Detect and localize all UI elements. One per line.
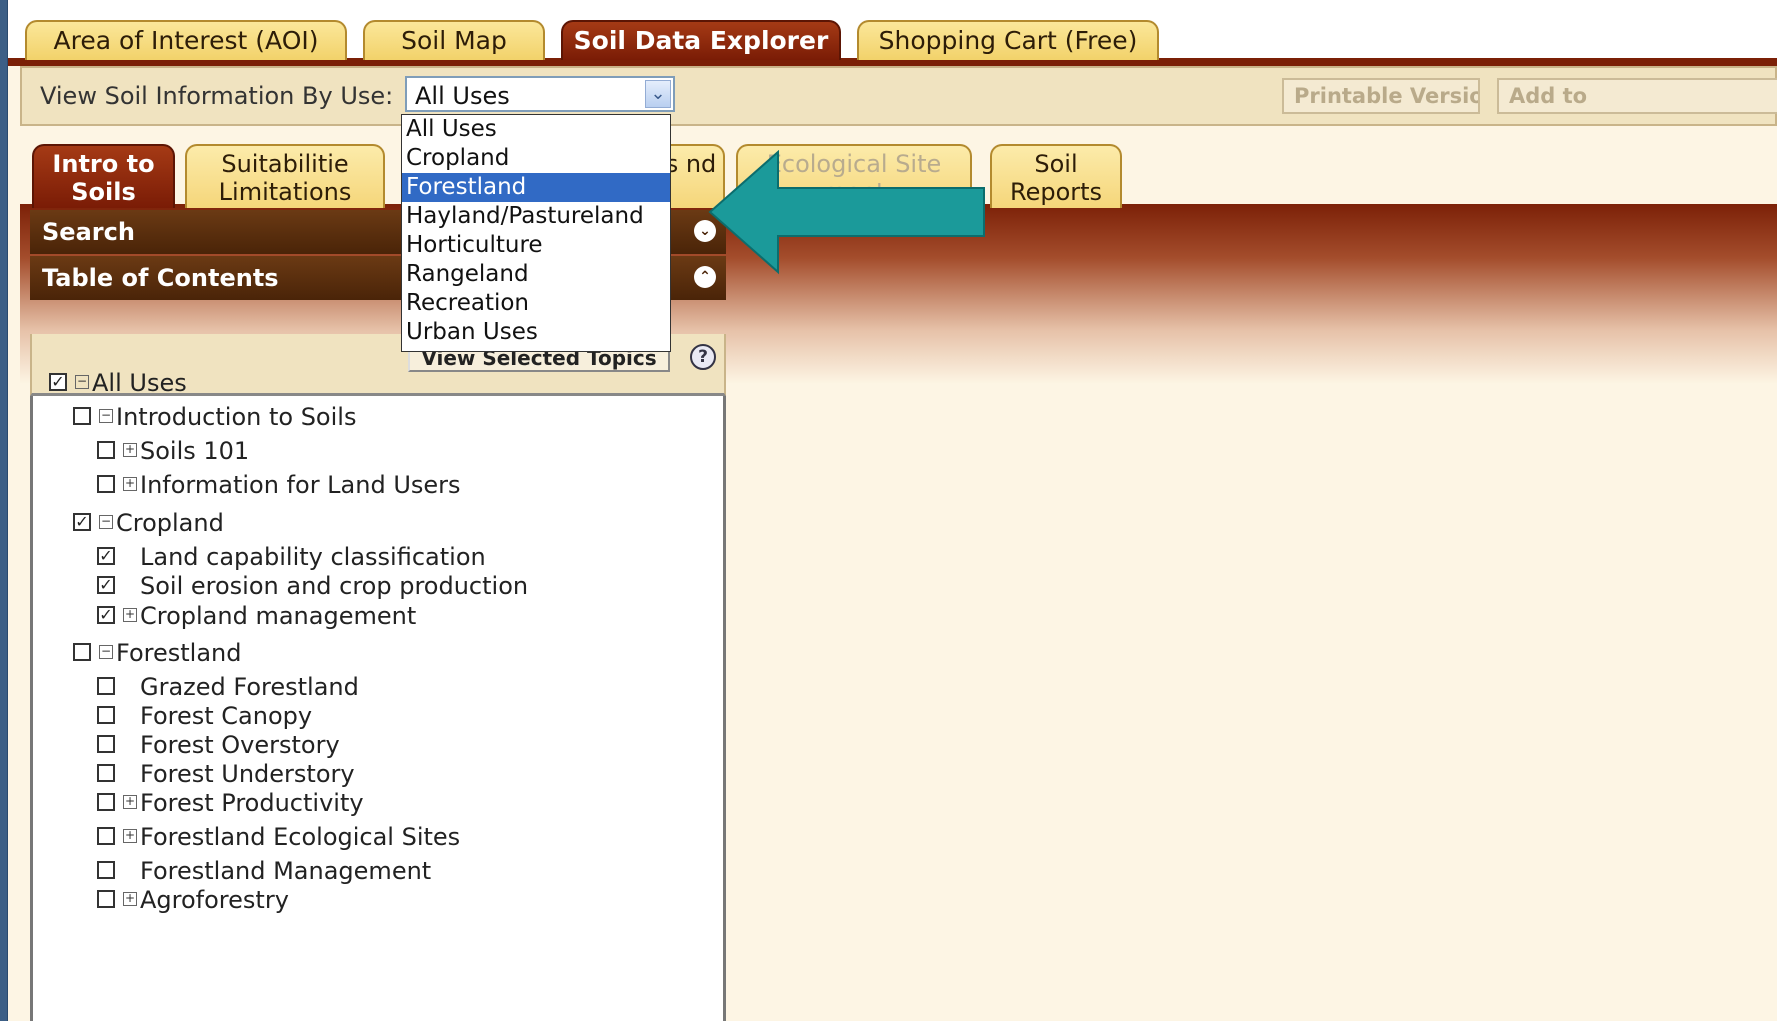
subtab-soil-reports[interactable]: Soil Reports xyxy=(990,144,1122,208)
toc-label: Forest Canopy xyxy=(140,702,313,730)
subtab-label-line2: Soils xyxy=(71,178,136,206)
toc-item-agroforestry[interactable]: + Agroforestry xyxy=(97,885,289,915)
collapse-tree-icon[interactable]: − xyxy=(99,645,113,659)
dropdown-option-rangeland[interactable]: Rangeland xyxy=(402,260,670,289)
toc-item-forest-understory[interactable]: Forest Understory xyxy=(97,759,355,789)
toc-tree: ✓ − All Uses − Introduction to Soils + Soils… xyxy=(30,369,726,1021)
toc-label: Grazed Forestland xyxy=(140,673,359,701)
toc-label: Forest Productivity xyxy=(140,789,364,817)
toc-item-soil-erosion[interactable]: ✓ Soil erosion and crop production xyxy=(97,571,528,601)
top-tab-bar: Area of Interest (AOI) Soil Map Soil Dat… xyxy=(8,0,1777,66)
expand-tree-icon[interactable]: + xyxy=(123,443,137,457)
toc-label: Forestland xyxy=(116,639,242,667)
checkbox[interactable] xyxy=(97,677,115,695)
dropdown-option-forestland[interactable]: Forestland xyxy=(402,173,670,202)
use-select[interactable]: All Uses ⌄ xyxy=(405,76,675,112)
toc-label: Forestland Management xyxy=(140,857,432,885)
use-selector-bar: View Soil Information By Use: All Uses ⌄… xyxy=(20,66,1777,126)
chevron-down-icon[interactable]: ⌄ xyxy=(645,80,671,108)
subtab-label-line2: Limitations xyxy=(218,178,352,206)
subtab-label-line1: Soil xyxy=(1034,150,1078,178)
collapse-tree-icon[interactable]: − xyxy=(99,409,113,423)
toc-item-soils-101[interactable]: + Soils 101 xyxy=(97,436,249,466)
toc-label: Soil erosion and crop production xyxy=(140,572,529,600)
toc-item-forestland[interactable]: − Forestland xyxy=(73,638,241,668)
help-icon[interactable]: ? xyxy=(690,344,716,370)
tab-soil-data-explorer[interactable]: Soil Data Explorer xyxy=(561,20,841,60)
expand-tree-icon[interactable]: + xyxy=(123,477,137,491)
expand-tree-icon[interactable]: + xyxy=(123,608,137,622)
tab-area-of-interest[interactable]: Area of Interest (AOI) xyxy=(25,20,347,60)
subtab-intro-to-soils[interactable]: Intro to Soils xyxy=(32,144,175,208)
toc-panel-title: Table of Contents xyxy=(42,264,279,292)
toc-item-ecological-sites[interactable]: + Forestland Ecological Sites xyxy=(97,822,460,852)
checkbox[interactable] xyxy=(97,793,115,811)
toc-label: Cropland management xyxy=(140,602,417,630)
toc-item-forest-canopy[interactable]: Forest Canopy xyxy=(97,701,312,731)
toc-label: Agroforestry xyxy=(140,886,289,914)
checkbox[interactable] xyxy=(97,735,115,753)
toc-item-cropland[interactable]: ✓ − Cropland xyxy=(73,508,224,538)
toc-item-grazed-forestland[interactable]: Grazed Forestland xyxy=(97,672,359,702)
collapse-tree-icon[interactable]: − xyxy=(99,515,113,529)
expand-tree-icon[interactable]: + xyxy=(123,795,137,809)
toc-item-forest-productivity[interactable]: + Forest Productivity xyxy=(97,788,364,818)
collapse-tree-icon[interactable]: − xyxy=(75,375,89,389)
printable-version-button[interactable]: Printable Version xyxy=(1282,78,1480,114)
checkbox-checked[interactable]: ✓ xyxy=(49,373,67,391)
toc-item-introduction[interactable]: − Introduction to Soils xyxy=(73,402,356,432)
app-frame: Area of Interest (AOI) Soil Map Soil Dat… xyxy=(8,0,1777,1021)
toc-label: All Uses xyxy=(92,369,187,397)
checkbox[interactable] xyxy=(97,706,115,724)
toc-label: Information for Land Users xyxy=(140,471,461,499)
checkbox[interactable] xyxy=(73,407,91,425)
toc-label: Soils 101 xyxy=(140,437,250,465)
subtab-label-line1: Suitabilitie xyxy=(221,150,349,178)
toc-label: Forest Understory xyxy=(140,760,355,788)
toc-item-land-users[interactable]: + Information for Land Users xyxy=(97,470,461,500)
checkbox-checked[interactable]: ✓ xyxy=(97,547,115,565)
dropdown-option-urban-uses[interactable]: Urban Uses xyxy=(402,318,670,347)
toc-label: Forest Overstory xyxy=(140,731,340,759)
tab-soil-map[interactable]: Soil Map xyxy=(363,20,545,60)
dropdown-option-hayland[interactable]: Hayland/Pastureland xyxy=(402,202,670,231)
toc-item-forest-overstory[interactable]: Forest Overstory xyxy=(97,730,340,760)
subtab-label-line2: Reports xyxy=(1009,178,1103,206)
dropdown-option-recreation[interactable]: Recreation xyxy=(402,289,670,318)
dropdown-option-horticulture[interactable]: Horticulture xyxy=(402,231,670,260)
checkbox-checked[interactable]: ✓ xyxy=(97,576,115,594)
use-selector-label: View Soil Information By Use: xyxy=(40,82,394,110)
use-dropdown-list: All Uses Cropland Forestland Hayland/Pas… xyxy=(401,114,671,352)
toc-item-all-uses[interactable]: ✓ − All Uses xyxy=(49,368,187,398)
toc-item-cropland-management[interactable]: ✓ + Cropland management xyxy=(97,601,416,631)
checkbox-checked[interactable]: ✓ xyxy=(73,513,91,531)
toc-item-forestland-management[interactable]: Forestland Management xyxy=(97,856,431,886)
checkbox[interactable] xyxy=(97,861,115,879)
checkbox[interactable] xyxy=(97,475,115,493)
toc-label: Forestland Ecological Sites xyxy=(140,823,461,851)
toc-label: Cropland xyxy=(116,509,224,537)
checkbox[interactable] xyxy=(97,441,115,459)
checkbox[interactable] xyxy=(97,764,115,782)
subtab-suitabilities-limitations[interactable]: Suitabilitie Limitations xyxy=(185,144,385,208)
search-panel-title: Search xyxy=(42,218,135,246)
tab-shopping-cart[interactable]: Shopping Cart (Free) xyxy=(857,20,1159,60)
add-to-button[interactable]: Add to xyxy=(1497,78,1777,114)
toc-label: Introduction to Soils xyxy=(116,403,357,431)
use-select-value: All Uses xyxy=(415,82,510,110)
checkbox-checked[interactable]: ✓ xyxy=(97,606,115,624)
checkbox[interactable] xyxy=(97,827,115,845)
checkbox[interactable] xyxy=(97,890,115,908)
checkbox[interactable] xyxy=(73,643,91,661)
expand-tree-icon[interactable]: + xyxy=(123,892,137,906)
dropdown-option-cropland[interactable]: Cropland xyxy=(402,144,670,173)
subtab-label-line1: Intro to xyxy=(52,150,155,178)
expand-tree-icon[interactable]: + xyxy=(123,829,137,843)
arrow-left-icon xyxy=(708,150,985,275)
toc-item-land-capability[interactable]: ✓ Land capability classification xyxy=(97,542,486,572)
dropdown-option-all-uses[interactable]: All Uses xyxy=(402,115,670,144)
toc-label: Land capability classification xyxy=(140,543,486,571)
